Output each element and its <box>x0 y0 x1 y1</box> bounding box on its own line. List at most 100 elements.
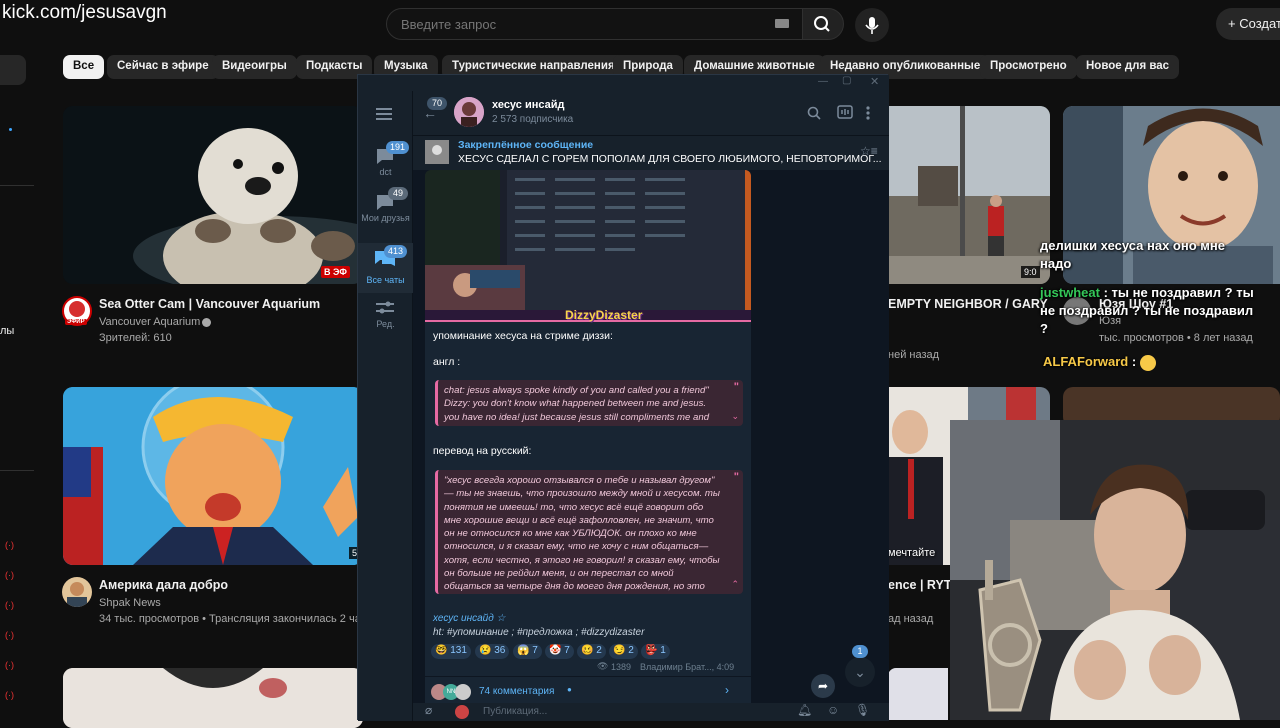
minimize-icon[interactable]: — <box>818 76 828 87</box>
window-titlebar[interactable]: — ▢ ✕ <box>358 75 889 91</box>
voice-search-button[interactable] <box>855 8 889 42</box>
reaction-emoji: 🤓 <box>435 645 448 656</box>
eye-icon: 👁 <box>597 661 609 671</box>
back-unread-badge: 70 <box>427 97 447 110</box>
quote-russian[interactable]: "хесус всегда хорошо отзывался о тебе и … <box>435 470 743 594</box>
compose-bar: ⌀ Публикация... 🔔︎ ☺ 🎙︎ <box>413 703 889 721</box>
pinned-message-bar[interactable]: Закреплённое сообщение ХЕСУС СДЕЛАЛ С ГО… <box>413 135 889 170</box>
expand-chevron-icon[interactable]: ⌄ <box>731 410 739 423</box>
sidebar-divider <box>0 185 34 186</box>
video-thumbnail-bottom[interactable] <box>63 668 363 728</box>
subscriber-count: 2 573 подписчика <box>492 114 574 125</box>
verified-icon <box>202 318 211 327</box>
reaction-goblin[interactable]: 👺 1 <box>641 644 670 659</box>
video-title[interactable]: Sea Otter Cam | Vancouver Aquarium <box>99 297 320 311</box>
scroll-to-bottom-button[interactable]: ⌄ <box>845 657 875 687</box>
pin-list-icon[interactable]: ☆≡ <box>860 144 878 158</box>
close-icon[interactable]: ✕ <box>870 75 879 88</box>
live-stream-icon[interactable] <box>837 105 853 121</box>
mic-icon[interactable]: 🎙︎ <box>855 703 870 717</box>
pinned-title: Закреплённое сообщение <box>458 139 594 151</box>
quote-icon: " <box>733 471 739 483</box>
folder-edit[interactable]: Ред. <box>358 297 413 337</box>
video-thumbnail-otter[interactable]: В ЭФ <box>63 106 363 284</box>
unread-mentions-badge: 1 <box>852 645 868 658</box>
collapse-chevron-icon[interactable]: ⌃ <box>731 578 739 591</box>
folder-dct[interactable]: 191 dct <box>358 141 413 181</box>
plus-icon: + <box>1228 16 1240 31</box>
video-duration: 9:0 <box>1021 266 1040 278</box>
video-title[interactable]: ence | RYTF <box>888 578 959 592</box>
chat-username: ALFAForward <box>1043 354 1129 369</box>
channel-name[interactable]: Shpak News <box>99 597 161 609</box>
more-vertical-icon[interactable] <box>865 105 871 121</box>
chevron-down-icon: ⌄ <box>854 664 866 680</box>
reaction-smirk[interactable]: 😏 2 <box>609 644 638 659</box>
sidebar-live-icons: (·) (·) (·) (·) (·) (·) <box>5 540 14 700</box>
reaction-scream[interactable]: 😱 7 <box>513 644 542 659</box>
emoji-icon[interactable]: ☺ <box>827 703 839 717</box>
channel-avatar-shpak[interactable] <box>62 577 92 607</box>
send-as-avatar[interactable] <box>455 705 469 719</box>
video-meta: 34 тыс. просмотров • Трансляция закончил… <box>99 613 361 625</box>
author-time: Владимир Брат..., 4:09 <box>640 662 735 672</box>
thumbnail-overlay-text: мечтайте <box>888 547 936 559</box>
reaction-emoji: 😢 <box>479 645 492 656</box>
channel-post: DizzyDizaster упоминание хесуса на стрим… <box>425 170 751 710</box>
folders-sidebar: 191 dct 49 Мои друзья 413 Все чаты Ред. <box>358 91 413 721</box>
video-thumbnail-neighbor[interactable]: 9:0 <box>888 106 1050 284</box>
post-signature[interactable]: хесус инсайд ☆ <box>433 613 505 624</box>
chip-new-for-you[interactable]: Новое для вас <box>1076 55 1180 79</box>
reaction-clown[interactable]: 🤡 7 <box>545 644 574 659</box>
post-hashtags[interactable]: ht: #упоминание ; #предложка ; #dizzydiz… <box>433 627 644 638</box>
streamer-webcam <box>950 420 1280 720</box>
attach-icon[interactable]: ⌀ <box>425 703 432 717</box>
quote-english[interactable]: chat: jesus always spoke kindly of you a… <box>435 380 743 426</box>
video-title[interactable]: EMPTY NEIGHBOR / GARY <box>888 297 1048 311</box>
cartoon-thumbnail-image <box>63 387 363 565</box>
post-image[interactable]: DizzyDizaster <box>425 170 751 322</box>
pinned-text: ХЕСУС СДЕЛАЛ С ГОРЕМ ПОПОЛАМ ДЛЯ СВОЕГО … <box>458 153 882 165</box>
video-thumbnail-america[interactable]: 5 <box>63 387 363 565</box>
mic-icon <box>865 17 879 34</box>
video-title[interactable]: Америка дала добро <box>99 578 228 592</box>
post-line-1: упоминание хесуса на стриме диззи: <box>433 330 613 342</box>
unread-badge: 413 <box>384 245 408 258</box>
search-input[interactable] <box>401 9 761 39</box>
video-thumbnail-partial-2[interactable] <box>888 668 948 720</box>
avatar-live-label: ЭФИР <box>65 319 87 325</box>
bell-icon[interactable]: 🔔︎ <box>797 703 812 717</box>
chip-all[interactable]: Все <box>63 55 105 79</box>
chip-live[interactable]: Сейчас в эфире <box>107 55 219 79</box>
search-button[interactable] <box>802 8 844 40</box>
create-button[interactable]: + Создать <box>1216 8 1280 40</box>
channel-name[interactable]: хесус инсайд <box>492 99 564 111</box>
reaction-sad[interactable]: 😢 36 <box>475 644 510 659</box>
chat-header: ← 70 хесус инсайд 2 573 подписчика <box>413 91 889 135</box>
reaction-woozy[interactable]: 🥴 2 <box>577 644 606 659</box>
channel-name[interactable]: Vancouver Aquarium <box>99 316 200 328</box>
comments-bar[interactable]: NN 74 комментария ● › <box>425 676 751 704</box>
search-icon[interactable] <box>807 106 821 120</box>
sidebar-selected-item[interactable] <box>0 55 26 85</box>
sliders-icon <box>376 301 394 314</box>
chat-area: DizzyDizaster упоминание хесуса на стрим… <box>413 170 889 710</box>
maximize-icon[interactable]: ▢ <box>842 75 851 86</box>
share-button[interactable]: ➦ <box>811 674 835 698</box>
pinned-thumbnail <box>425 140 449 164</box>
chevron-right-icon: › <box>725 683 729 697</box>
channel-avatar[interactable] <box>454 97 484 127</box>
live-badge: В ЭФ <box>321 266 350 278</box>
sidebar-partial-label: лы <box>0 325 15 337</box>
menu-icon[interactable] <box>376 107 394 121</box>
keyboard-icon[interactable] <box>775 19 789 28</box>
message-input[interactable]: Публикация... <box>483 706 547 717</box>
reaction-nerd[interactable]: 🤓 131 <box>431 644 471 659</box>
stream-chat-message-top: делишки хесуса нах оно мне надо <box>1040 238 1225 271</box>
folder-all-chats[interactable]: 413 Все чаты <box>358 243 413 293</box>
folder-my-friends[interactable]: 49 Мои друзья <box>358 187 413 241</box>
search-box[interactable] <box>386 8 804 40</box>
chip-watched[interactable]: Просмотрено <box>980 55 1077 79</box>
folder-label: Ред. <box>376 319 395 329</box>
chip-games[interactable]: Видеоигры <box>212 55 297 79</box>
